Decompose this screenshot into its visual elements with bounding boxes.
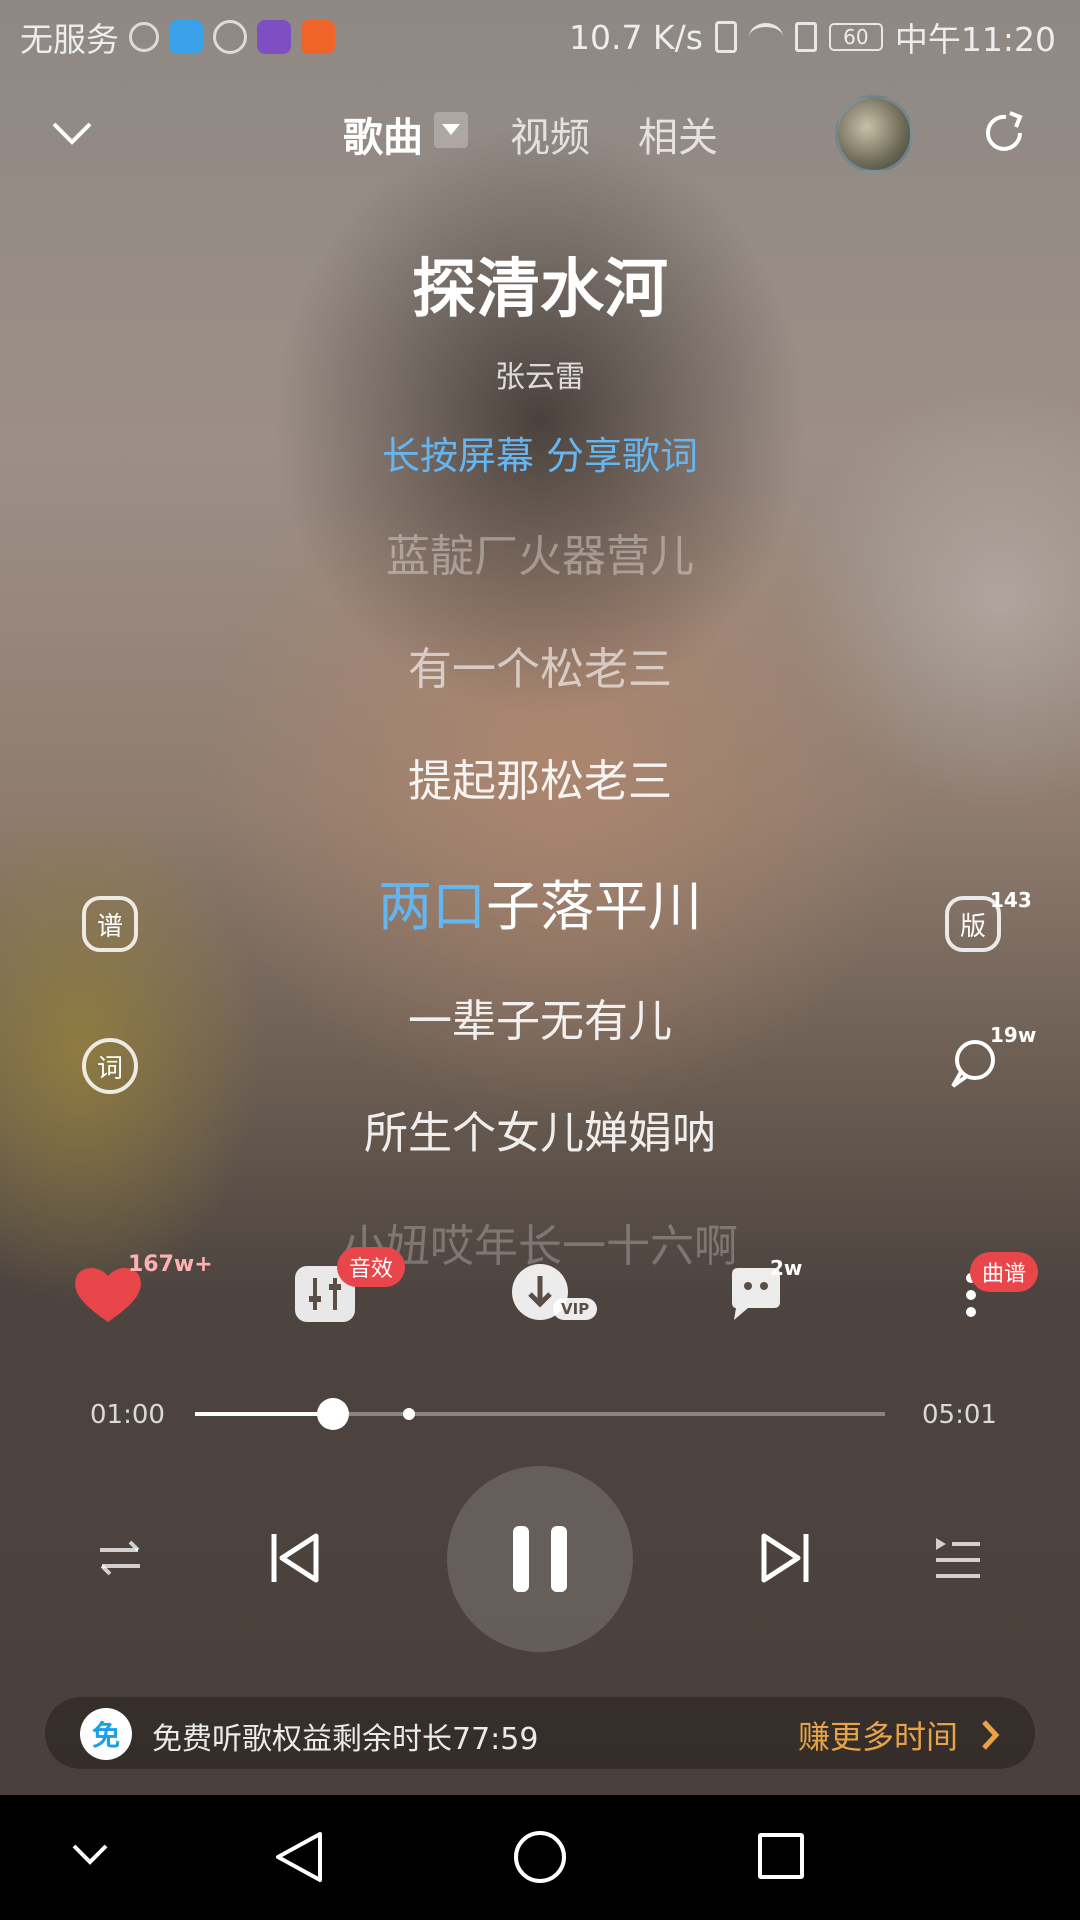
lyric-line[interactable]: 所生个女儿婵娟呐	[0, 1097, 1080, 1161]
comment-count: 19w	[990, 1023, 1037, 1047]
nav-hide-chevron-icon[interactable]	[70, 1840, 110, 1870]
lyric-line[interactable]: 提起那松老三	[0, 745, 1080, 809]
free-icon: 免	[80, 1708, 132, 1760]
nav-home-icon[interactable]	[514, 1831, 566, 1883]
video-app-icon	[301, 20, 335, 54]
lyric-icon[interactable]: 词	[82, 1038, 138, 1094]
artist-name[interactable]: 张云雷	[0, 352, 1080, 396]
shield-app-icon	[169, 20, 203, 54]
repeat-mode-icon[interactable]	[96, 1534, 144, 1582]
tab-video[interactable]: 视频	[510, 105, 590, 163]
network-speed: 10.7 K/s	[568, 17, 703, 57]
purple-app-icon	[257, 20, 291, 54]
lyric-line[interactable]: 一辈子无有儿	[0, 985, 1080, 1049]
lyric-line-current[interactable]: 两口子落平川	[0, 862, 1080, 941]
version-count: 143	[990, 888, 1032, 912]
lyric-line[interactable]: 有一个松老三	[0, 633, 1080, 697]
progress-track[interactable]	[195, 1398, 885, 1430]
tab-dropdown-icon[interactable]	[434, 112, 468, 148]
lyric-current-sung: 两口	[378, 875, 486, 938]
tab-songs[interactable]: 歌曲	[343, 105, 423, 163]
playlist-icon[interactable]	[934, 1536, 982, 1580]
avatar[interactable]	[835, 95, 913, 173]
nav-recents-icon[interactable]	[758, 1833, 804, 1879]
vip-badge: VIP	[553, 1298, 598, 1320]
status-bar-left: 无服务	[20, 12, 335, 62]
previous-track-icon[interactable]	[268, 1530, 322, 1586]
song-title: 探清水河	[412, 253, 668, 327]
lyric-current-unsung: 子落平川	[486, 875, 702, 938]
sheet-music-badge: 曲谱	[970, 1252, 1039, 1292]
wechat-icon	[213, 20, 247, 54]
total-time: 05:01	[922, 1400, 997, 1430]
tab-related[interactable]: 相关	[638, 105, 718, 163]
like-count: 167w+	[128, 1252, 213, 1277]
effects-badge: 音效	[337, 1247, 406, 1287]
progress-thumb[interactable]	[317, 1398, 349, 1430]
status-bar-right: 10.7 K/s 60 中午11:20	[569, 12, 1056, 62]
sim-alert-icon	[794, 22, 817, 52]
comments-count: 2w	[770, 1256, 803, 1280]
carrier-label: 无服务	[20, 20, 119, 59]
score-icon[interactable]: 谱	[82, 896, 138, 952]
nav-back-icon[interactable]	[274, 1830, 324, 1884]
chevron-right-icon	[980, 1718, 1002, 1752]
current-time: 01:00	[90, 1400, 165, 1430]
share-lyrics-hint: 长按屏幕 分享歌词	[381, 434, 699, 478]
collapse-chevron-icon[interactable]	[48, 110, 96, 158]
free-time-remaining: 免费听歌权益剩余时长77:59	[152, 1722, 539, 1757]
battery-icon: 60	[828, 23, 883, 51]
vibrate-icon	[714, 21, 737, 53]
buffer-marker	[403, 1408, 415, 1420]
clock: 中午11:20	[894, 20, 1056, 59]
lyric-line[interactable]: 蓝靛厂火器营儿	[0, 520, 1080, 584]
next-track-icon[interactable]	[758, 1530, 812, 1586]
earn-more-time-link[interactable]: 赚更多时间	[798, 1712, 958, 1758]
wifi-icon	[748, 23, 783, 51]
share-icon[interactable]	[980, 107, 1032, 159]
k-app-icon	[129, 22, 159, 52]
pause-button[interactable]	[447, 1466, 633, 1652]
progress-fill	[195, 1412, 333, 1416]
